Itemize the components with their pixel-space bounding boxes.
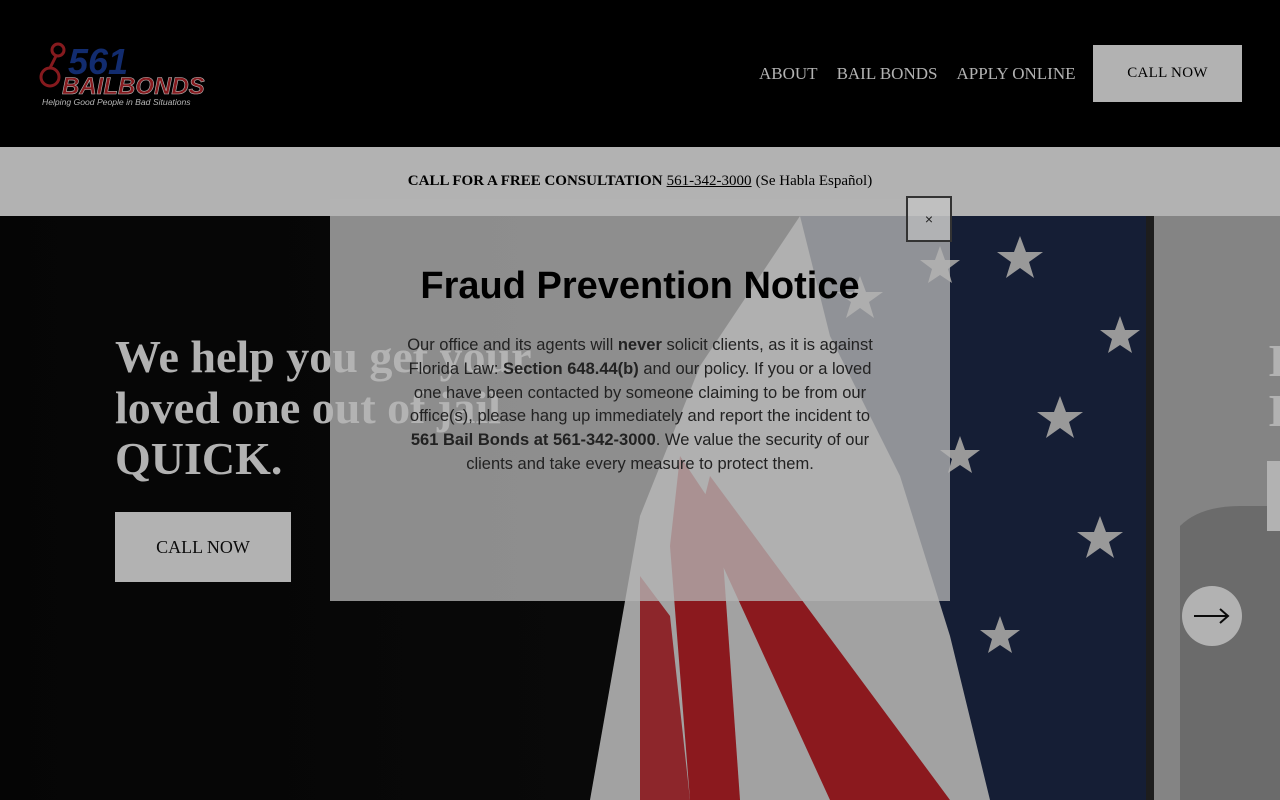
close-icon: × (924, 211, 934, 227)
modal-text-section: Section 648.44(b) (503, 359, 639, 378)
modal-text-contact: 561 Bail Bonds at 561-342-3000 (410, 431, 656, 450)
modal-body: Our office and its agents will never sol… (402, 334, 878, 477)
modal-text-never: never (617, 336, 662, 354)
fraud-notice-modal: Fraud Prevention Notice Our office and i… (330, 199, 950, 601)
close-modal-button[interactable]: × (906, 196, 952, 242)
modal-text-1: Our office and its agents will (407, 336, 618, 354)
modal-title: Fraud Prevention Notice (420, 265, 860, 307)
